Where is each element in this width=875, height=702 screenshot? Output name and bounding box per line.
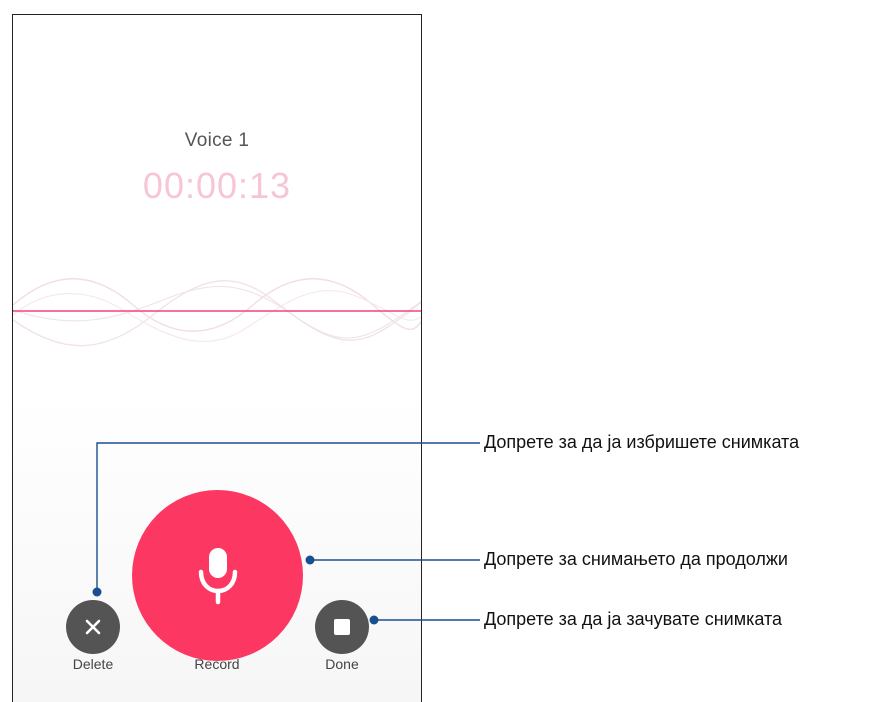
callout-done: Допрете за да ја зачувате снимката: [484, 609, 783, 629]
callout-delete: Допрете за да ја избришете снимката: [484, 432, 800, 452]
callout-record: Допрете за снимањето да продолжи: [484, 549, 788, 569]
callout-leaders: [92, 442, 480, 625]
